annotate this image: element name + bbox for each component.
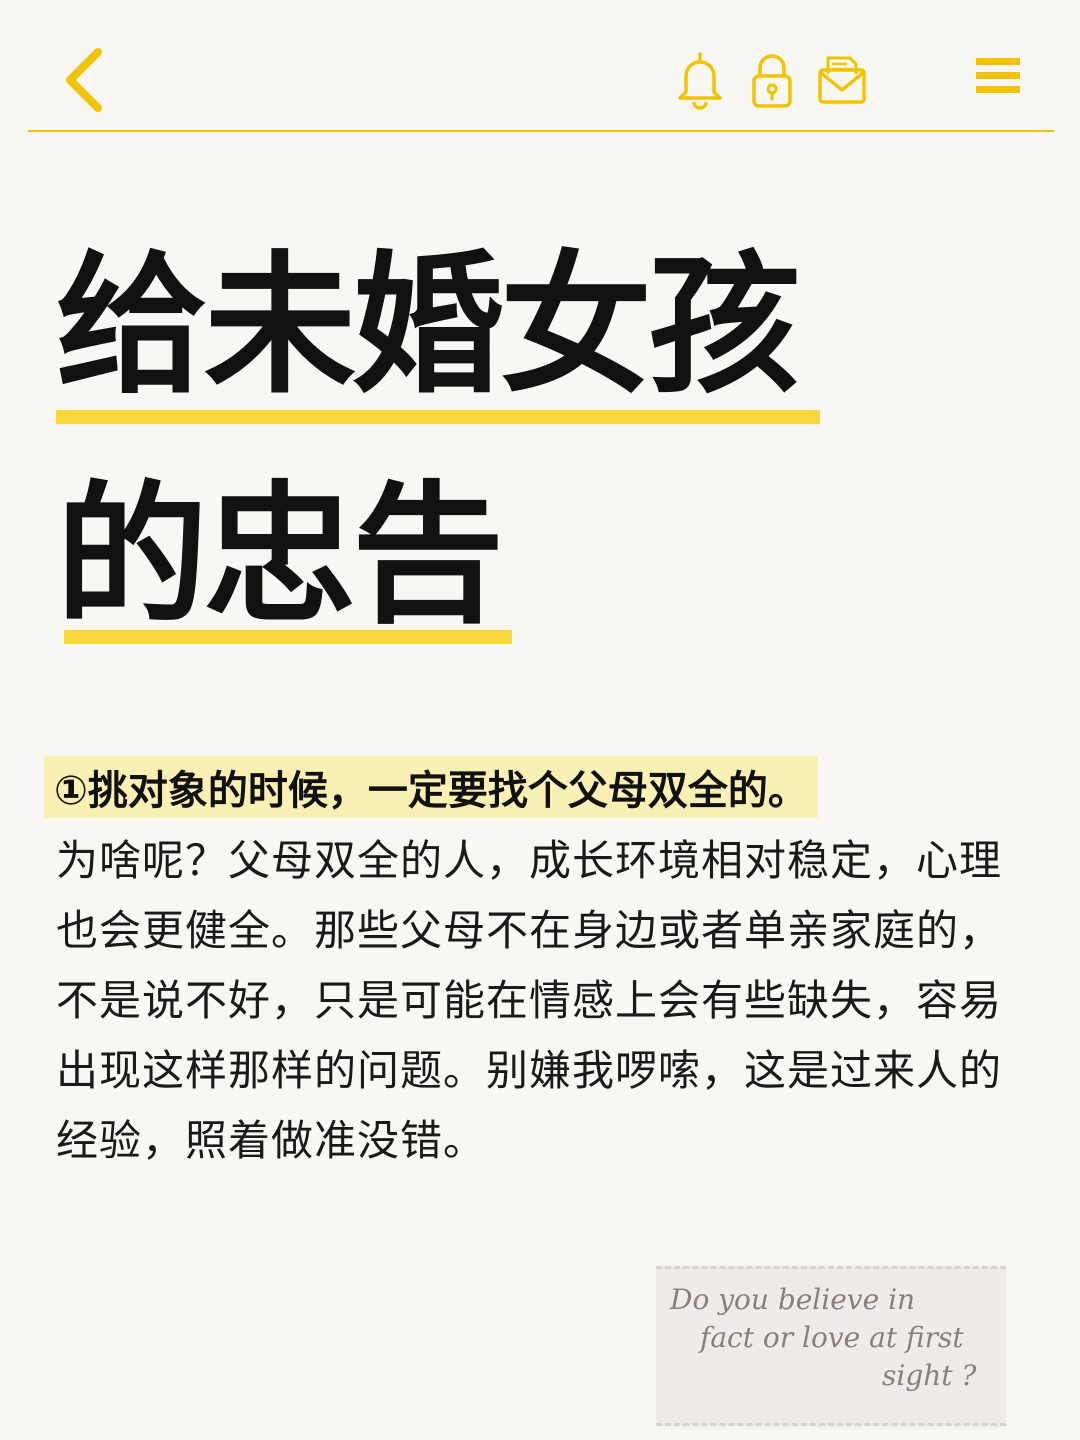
quote-line-2: fact or love at first xyxy=(700,1321,964,1354)
menu-icon xyxy=(976,58,1020,93)
notification-button[interactable] xyxy=(674,50,726,110)
header-divider xyxy=(28,130,1054,132)
mail-icon xyxy=(818,56,866,104)
lock-button[interactable] xyxy=(746,50,798,110)
quote-line-1: Do you believe in xyxy=(670,1283,916,1316)
back-button[interactable] xyxy=(56,40,116,120)
tip-body-text: 为啥呢？父母双全的人，成长环境相对稳定，心理也会更健全。那些父母不在身边或者单亲… xyxy=(56,836,1003,1165)
page-title-line-1: 给未婚女孩 xyxy=(56,237,800,414)
chevron-left-icon xyxy=(66,48,102,112)
page-title-line-2: 的忠告 xyxy=(56,467,504,644)
tip-heading-highlight: ①挑对象的时候，一定要找个父母双全的。 xyxy=(44,756,818,818)
lock-icon xyxy=(752,54,792,108)
mail-button[interactable] xyxy=(816,50,868,110)
tip-heading: ①挑对象的时候，一定要找个父母双全的。 xyxy=(54,768,808,814)
menu-button[interactable] xyxy=(974,54,1022,98)
top-bar xyxy=(0,0,1080,132)
quote-line-3: sight ? xyxy=(882,1359,977,1392)
quote-note-card: Do you believe in fact or love at first … xyxy=(656,1266,1006,1426)
bell-icon xyxy=(678,52,722,110)
